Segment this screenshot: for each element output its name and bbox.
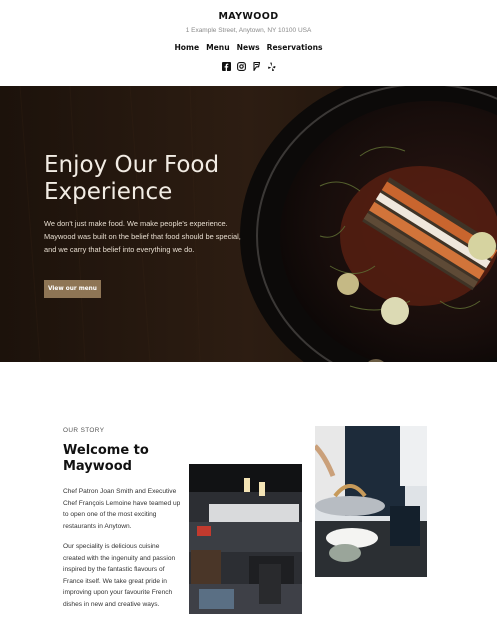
dining-room-photo [189,464,302,614]
hero-description: We don't just make food. We make people'… [44,219,241,254]
social-links [0,56,497,72]
view-menu-button[interactable]: View our menu [44,280,101,298]
main-nav: Home Menu News Reservations [0,43,497,52]
hero-section: Enjoy Our Food Experience We don't just … [0,86,497,362]
nav-menu-link[interactable]: Menu [206,43,230,52]
site-header: MAYWOOD 1 Example Street, Anytown, NY 10… [0,0,497,86]
instagram-icon[interactable] [236,56,246,71]
story-section: OUR STORY Welcome to Maywood Chef Patron… [0,362,497,617]
section-eyebrow: OUR STORY [63,427,105,434]
hero-title-line1: Enjoy Our Food [44,152,220,178]
facebook-icon[interactable] [221,56,231,71]
foursquare-icon[interactable] [252,56,261,72]
story-paragraph-1: Chef Patron Joan Smith and Executive Che… [63,488,181,530]
nav-news-link[interactable]: News [237,43,260,52]
brand-name[interactable]: MAYWOOD [0,11,497,22]
nav-reservations-link[interactable]: Reservations [267,43,323,52]
story-title: Welcome to Maywood [63,443,149,474]
nav-home-link[interactable]: Home [174,43,199,52]
address-text: 1 Example Street, Anytown, NY 10100 USA [185,27,312,34]
chef-cooking-photo [315,426,427,577]
hero-title-line2: Experience [44,179,173,205]
story-paragraph-2: Our speciality is delicious cuisine crea… [63,543,176,608]
yelp-icon[interactable] [267,56,276,72]
hero-title: Enjoy Our Food Experience [44,152,264,206]
